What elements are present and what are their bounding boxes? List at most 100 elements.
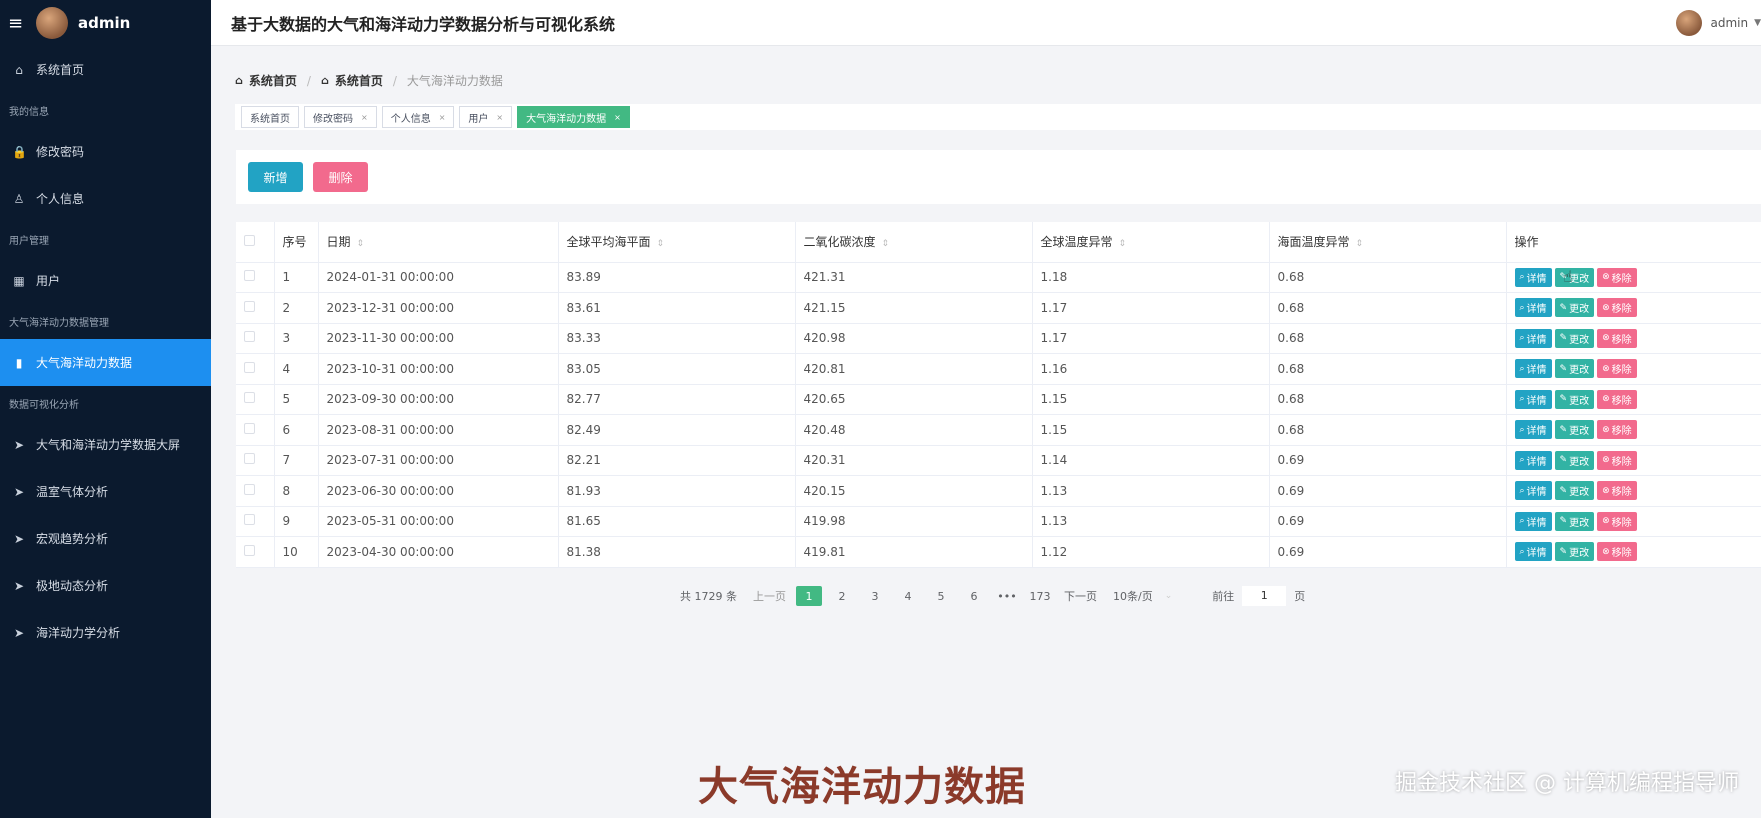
detail-button[interactable]: ⌕ 详情 — [1514, 328, 1552, 348]
edit-button[interactable]: ✎ 更改 — [1554, 328, 1595, 348]
delete-button[interactable]: 删除 — [313, 162, 368, 192]
remove-button[interactable]: ⊗ 移除 — [1597, 420, 1637, 440]
remove-button-label[interactable]: 移除 — [1612, 453, 1632, 468]
sidebar-item[interactable]: ➤ 温室气体分析 — [0, 468, 211, 515]
page-number[interactable]: 3 — [862, 586, 888, 606]
edit-button-label[interactable]: 更改 — [1569, 483, 1589, 498]
row-checkbox[interactable] — [244, 514, 255, 526]
remove-button-label[interactable]: 移除 — [1612, 270, 1632, 285]
remove-button[interactable]: ⊗ 移除 — [1597, 267, 1637, 287]
page-number[interactable]: 173 — [1027, 586, 1053, 606]
remove-button-label[interactable]: 移除 — [1612, 361, 1632, 376]
sidebar-item-label[interactable]: 个人信息 — [36, 190, 84, 207]
row-checkbox[interactable] — [244, 544, 255, 556]
detail-button[interactable]: ⌕ 详情 — [1514, 450, 1552, 470]
breadcrumb-item[interactable]: ⌂ 系统首页 — [235, 72, 297, 89]
remove-button-label[interactable]: 移除 — [1612, 422, 1632, 437]
edit-button-label[interactable]: 更改 — [1569, 453, 1589, 468]
edit-button[interactable]: ✎ 更改 — [1554, 298, 1595, 318]
sort-icon[interactable]: ⇕ — [357, 239, 365, 249]
sidebar-item-label[interactable]: 系统首页 — [36, 61, 84, 78]
sidebar-item[interactable]: ➤ 宏观趋势分析 — [0, 515, 211, 562]
user-menu[interactable]: admin ▼ — [1676, 9, 1761, 36]
detail-button[interactable]: ⌕ 详情 — [1514, 389, 1552, 409]
tab-label[interactable]: 修改密码 — [313, 110, 353, 125]
sort-icon[interactable]: ⇕ — [1356, 239, 1364, 249]
edit-button-label[interactable]: 更改 — [1569, 392, 1589, 407]
sidebar-item-label[interactable]: 宏观趋势分析 — [36, 530, 108, 547]
page-number[interactable]: 2 — [829, 586, 855, 606]
avatar[interactable] — [1676, 9, 1703, 36]
row-checkbox[interactable] — [244, 392, 255, 404]
sidebar-item-label[interactable]: 极地动态分析 — [36, 577, 108, 594]
page-number[interactable]: 5 — [928, 586, 954, 606]
tab-item[interactable]: 用户 × — [459, 106, 513, 128]
edit-button[interactable]: ✎ 更改 — [1554, 481, 1595, 501]
detail-button[interactable]: ⌕ 详情 — [1514, 481, 1552, 501]
remove-button[interactable]: ⊗ 移除 — [1597, 450, 1637, 470]
goto-page-input[interactable]: 1 — [1242, 586, 1287, 606]
tab-item[interactable]: 系统首页 — [241, 106, 299, 128]
column-header[interactable]: 全球平均海平面 ⇕ — [558, 222, 796, 263]
remove-button[interactable]: ⊗ 移除 — [1597, 328, 1637, 348]
row-checkbox[interactable] — [244, 422, 255, 434]
remove-button-label[interactable]: 移除 — [1612, 331, 1632, 346]
remove-button[interactable]: ⊗ 移除 — [1597, 389, 1637, 409]
sidebar-item[interactable]: ▦ 用户 — [0, 257, 211, 304]
row-checkbox[interactable] — [244, 361, 255, 373]
tab-item[interactable]: 个人信息 × — [381, 106, 455, 128]
row-checkbox[interactable] — [244, 483, 255, 495]
sidebar-item-label[interactable]: 温室气体分析 — [36, 483, 108, 500]
edit-button-label[interactable]: 更改 — [1569, 331, 1589, 346]
edit-button[interactable]: ✎ 更改 — [1554, 389, 1595, 409]
close-icon[interactable]: × — [614, 113, 621, 122]
remove-button[interactable]: ⊗ 移除 — [1597, 298, 1637, 318]
detail-button[interactable]: ⌕ 详情 — [1514, 511, 1552, 531]
next-page-button[interactable]: 下一页 — [1064, 588, 1097, 604]
remove-button[interactable]: ⊗ 移除 — [1597, 542, 1637, 562]
edit-button-label[interactable]: 更改 — [1569, 544, 1589, 559]
sidebar-item-label[interactable]: 海洋动力学分析 — [36, 624, 120, 641]
edit-button-label[interactable]: 更改 — [1569, 300, 1589, 315]
row-checkbox[interactable] — [244, 453, 255, 465]
tab-active[interactable]: 大气海洋动力数据 × — [517, 106, 630, 128]
row-checkbox[interactable] — [244, 300, 255, 312]
sidebar-item[interactable]: ➤ 大气和海洋动力学数据大屏 — [0, 421, 211, 468]
detail-button[interactable]: ⌕ 详情 — [1514, 298, 1552, 318]
edit-button[interactable]: ✎ 更改 — [1554, 359, 1595, 379]
remove-button-label[interactable]: 移除 — [1612, 483, 1632, 498]
select-all-checkbox[interactable] — [244, 234, 255, 246]
tab-item[interactable]: 修改密码 × — [304, 106, 377, 128]
detail-button-label[interactable]: 详情 — [1527, 544, 1547, 559]
detail-button-label[interactable]: 详情 — [1527, 300, 1547, 315]
remove-button-label[interactable]: 移除 — [1612, 392, 1632, 407]
tab-label[interactable]: 用户 — [468, 110, 488, 125]
detail-button-label[interactable]: 详情 — [1527, 422, 1547, 437]
close-icon[interactable]: × — [439, 113, 446, 122]
menu-toggle-icon[interactable]: ≡ — [8, 13, 30, 34]
detail-button[interactable]: ⌕ 详情 — [1514, 359, 1552, 379]
chevron-down-icon[interactable]: ⌄ — [1165, 591, 1173, 601]
sidebar-item[interactable]: ⌂ 系统首页 — [0, 46, 211, 93]
edit-button-label[interactable]: 更改 — [1569, 361, 1589, 376]
edit-button[interactable]: ✎ 更改 — [1554, 450, 1595, 470]
sidebar-item[interactable]: ▮ 大气海洋动力数据 — [0, 339, 211, 386]
chevron-down-icon[interactable]: ▼ — [1754, 18, 1761, 28]
detail-button-label[interactable]: 详情 — [1527, 392, 1547, 407]
edit-button[interactable]: ✎ 更改 — [1554, 420, 1595, 440]
add-button[interactable]: 新增 — [248, 162, 303, 192]
page-size-select[interactable]: 10条/页 ⌄ — [1113, 588, 1172, 604]
row-checkbox[interactable] — [244, 270, 255, 282]
edit-button-label[interactable]: 更改 — [1569, 422, 1589, 437]
remove-button-label[interactable]: 移除 — [1612, 514, 1632, 529]
detail-button[interactable]: ⌕ 详情 — [1514, 542, 1552, 562]
column-header[interactable]: 日期 ⇕ — [318, 222, 559, 263]
page-number[interactable]: 6 — [961, 586, 987, 606]
remove-button[interactable]: ⊗ 移除 — [1597, 359, 1637, 379]
detail-button-label[interactable]: 详情 — [1527, 483, 1547, 498]
prev-page-button[interactable]: 上一页 — [753, 588, 786, 604]
sidebar-item-label[interactable]: 修改密码 — [36, 143, 84, 160]
sidebar-item[interactable]: ➤ 海洋动力学分析 — [0, 609, 211, 656]
sidebar-item-label[interactable]: 大气和海洋动力学数据大屏 — [36, 436, 180, 453]
remove-button-label[interactable]: 移除 — [1612, 300, 1632, 315]
